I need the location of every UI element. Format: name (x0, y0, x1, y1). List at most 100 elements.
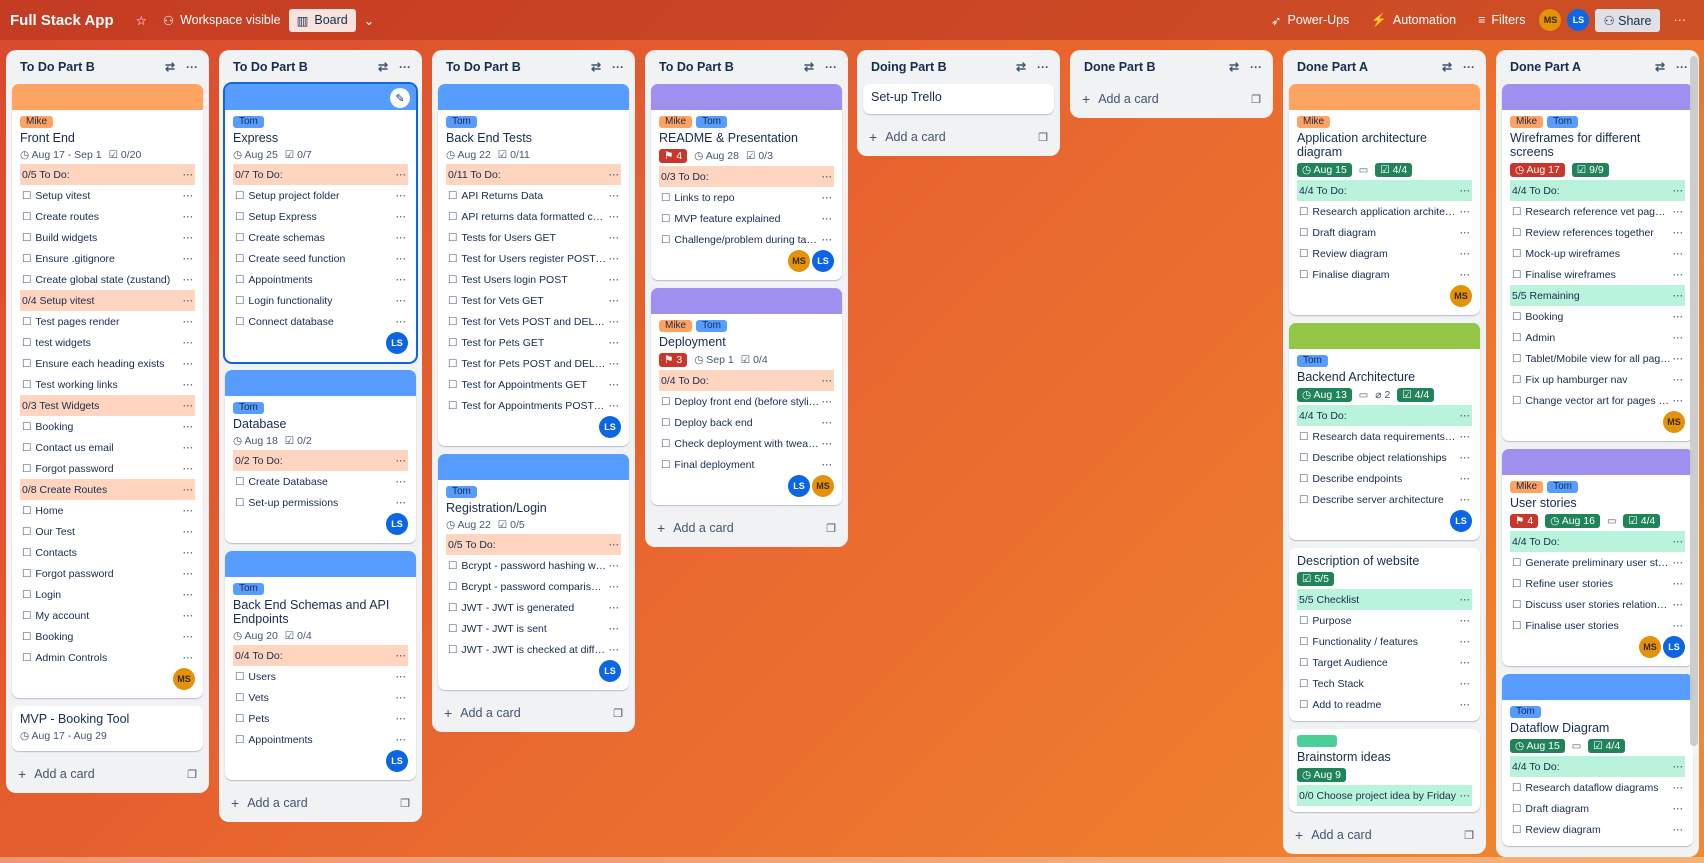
card[interactable]: Set-up Trello (863, 84, 1054, 114)
checkbox-icon[interactable]: ☐ (1512, 374, 1521, 386)
checklist-item[interactable]: ☐ Home ⋯ (20, 500, 195, 521)
checklist-item[interactable]: ☐ Forgot password ⋯ (20, 563, 195, 584)
card[interactable]: Mike Tom Deployment ⚑ 3 ◷ Sep 1 ☑ 0/4 0/4 To D… (651, 288, 842, 505)
checkbox-icon[interactable]: ☐ (22, 379, 31, 391)
checklist-item[interactable]: ☐ Research reference vet pages/features⋯ (1510, 201, 1685, 222)
more-icon[interactable]: ⋯ (394, 734, 407, 746)
checkbox-icon[interactable]: ☐ (448, 400, 457, 412)
more-icon[interactable]: ⋯ (394, 295, 407, 307)
checkbox-icon[interactable]: ☐ (1299, 473, 1308, 485)
checkbox-icon[interactable]: ☐ (22, 274, 31, 286)
more-icon[interactable]: ⋯ (1671, 248, 1684, 260)
checklist-item[interactable]: 4/4 To Do: ⋯ (1510, 531, 1685, 552)
checkbox-icon[interactable]: ☐ (235, 274, 244, 286)
avatar[interactable]: MS (788, 250, 810, 272)
checkbox-icon[interactable]: ☐ (235, 713, 244, 725)
checkbox-icon[interactable]: ☐ (448, 560, 457, 572)
collapse-icon[interactable]: ⇄ (1223, 60, 1245, 74)
more-icon[interactable]: ⋯ (1458, 185, 1471, 197)
checkbox-icon[interactable]: ☐ (448, 581, 457, 593)
checkbox-icon[interactable]: ☐ (235, 692, 244, 704)
dates-badge[interactable]: ◷ Aug 17 - Aug 29 (20, 730, 107, 742)
checklist-item[interactable]: ☐ JWT - JWT is generated ⋯ (446, 597, 621, 618)
checklist-item[interactable]: ☐ Booking ⋯ (20, 626, 195, 647)
checklist-item[interactable]: ☐ Setup vitest ⋯ (20, 185, 195, 206)
more-icon[interactable]: ⋯ (1458, 494, 1471, 506)
more-icon[interactable]: ⋯ (1671, 206, 1684, 218)
checkbox-icon[interactable]: ☐ (448, 337, 457, 349)
more-icon[interactable]: ⋯ (1671, 599, 1684, 611)
checklist-item[interactable]: ☐ Create global state (zustand) ⋯ (20, 269, 195, 290)
more-icon[interactable]: ⋯ (1671, 395, 1684, 407)
avatar[interactable]: LS (1567, 9, 1590, 31)
checkbox-icon[interactable]: ☐ (1512, 782, 1521, 794)
checklist-item[interactable]: ☐ Ensure .gitignore ⋯ (20, 248, 195, 269)
checkbox-icon[interactable]: ☐ (235, 190, 244, 202)
checklist-item[interactable]: ☐ Admin ⋯ (1510, 327, 1685, 348)
more-icon[interactable]: ⋯ (394, 274, 407, 286)
checklist-item[interactable]: 0/11 To Do: ⋯ (446, 164, 621, 185)
checklist-item[interactable]: ☐ Create schemas ⋯ (233, 227, 408, 248)
checkbox-icon[interactable]: ☐ (661, 192, 670, 204)
checklist-item[interactable]: 0/4 To Do: ⋯ (659, 370, 834, 391)
more-icon[interactable]: ··· (394, 60, 416, 74)
checkbox-icon[interactable]: ☐ (22, 610, 31, 622)
more-icon[interactable]: ⋯ (1671, 290, 1684, 302)
card-label[interactable]: Mike (1510, 116, 1544, 128)
more-icon[interactable]: ··· (1666, 9, 1695, 31)
avatar[interactable]: LS (386, 332, 408, 354)
checkbox-icon[interactable]: ☐ (22, 631, 31, 643)
more-icon[interactable]: ⋯ (394, 455, 407, 467)
checkbox-icon[interactable]: ☐ (1512, 311, 1521, 323)
more-icon[interactable]: ··· (1245, 60, 1267, 74)
card-title[interactable]: Brainstorm ideas (1297, 750, 1472, 764)
edit-icon[interactable]: ✎ (390, 88, 410, 108)
checkbox-icon[interactable]: ☐ (1512, 395, 1521, 407)
checklist-item[interactable]: ☐ Bcrypt - password hashing when register… (446, 555, 621, 576)
checkbox-icon[interactable]: ☐ (22, 316, 31, 328)
card-label[interactable]: Tom (696, 116, 728, 128)
card-title[interactable]: Database (233, 417, 408, 431)
more-icon[interactable]: ⋯ (394, 211, 407, 223)
checkbox-icon[interactable]: ☐ (1299, 452, 1308, 464)
card-label[interactable]: Tom (446, 116, 477, 128)
checklist-item[interactable]: ☐ Check deployment with tweaking ⋯ (659, 433, 834, 454)
card-title[interactable]: Front End (20, 131, 195, 145)
more-icon[interactable]: ⋯ (181, 211, 194, 223)
checkbox-icon[interactable]: ☐ (661, 438, 670, 450)
more-icon[interactable]: ⋯ (1458, 636, 1471, 648)
template-icon[interactable]: ❐ (1251, 93, 1261, 106)
checklist-item[interactable]: ☐ Draft diagram ⋯ (1510, 798, 1685, 819)
checklist-item[interactable]: ☐ API Returns Data ⋯ (446, 185, 621, 206)
checkbox-icon[interactable]: ☐ (661, 417, 670, 429)
checklist-item[interactable]: ☐ Deploy front end (before styling) ⋯ (659, 391, 834, 412)
checklist-item[interactable]: ☐ Change vector art for pages (lowest pri… (1510, 390, 1685, 411)
board-title[interactable]: Full Stack App (10, 12, 114, 29)
avatar[interactable]: MS (173, 668, 195, 690)
more-icon[interactable]: ··· (820, 60, 842, 74)
more-icon[interactable]: ⋯ (181, 442, 194, 454)
checklist-item[interactable]: ☐ Discuss user stories relationship to fe… (1510, 594, 1685, 615)
checkbox-icon[interactable]: ☐ (1512, 599, 1521, 611)
more-icon[interactable]: ⋯ (1671, 332, 1684, 344)
add-card-button[interactable]: + Add a card ❐ (857, 122, 1060, 152)
checklist-item[interactable]: ☐ Bcrypt - password comparison when loggi… (446, 576, 621, 597)
avatar[interactable]: MS (1450, 285, 1472, 307)
checkbox-icon[interactable]: ☐ (22, 442, 31, 454)
more-icon[interactable]: ⋯ (181, 169, 194, 181)
more-icon[interactable]: ⋯ (820, 192, 833, 204)
checkbox-icon[interactable]: ☐ (22, 463, 31, 475)
list-title[interactable]: To Do Part B (20, 60, 159, 74)
checklist-item[interactable]: ☐ Test Users login POST ⋯ (446, 269, 621, 290)
checkbox-icon[interactable]: ☐ (22, 253, 31, 265)
checklist-item[interactable]: ☐ Challenge/problem during task explained… (659, 229, 834, 250)
checkbox-icon[interactable]: ☐ (1299, 657, 1308, 669)
checklist-item[interactable]: ☐ test widgets ⋯ (20, 332, 195, 353)
card[interactable]: Tom Dataflow Diagram ◷ Aug 15 ▭ ☑ 4/4 4/4 To … (1502, 674, 1693, 846)
checklist-item[interactable]: ☐ Describe server architecture ⋯ (1297, 489, 1472, 510)
checkbox-icon[interactable]: ☐ (1299, 636, 1308, 648)
card-label[interactable]: Tom (1547, 116, 1579, 128)
checklist-item[interactable]: ☐ Finalise user stories ⋯ (1510, 615, 1685, 636)
checkbox-icon[interactable]: ☐ (448, 211, 457, 223)
more-icon[interactable]: ⋯ (394, 713, 407, 725)
